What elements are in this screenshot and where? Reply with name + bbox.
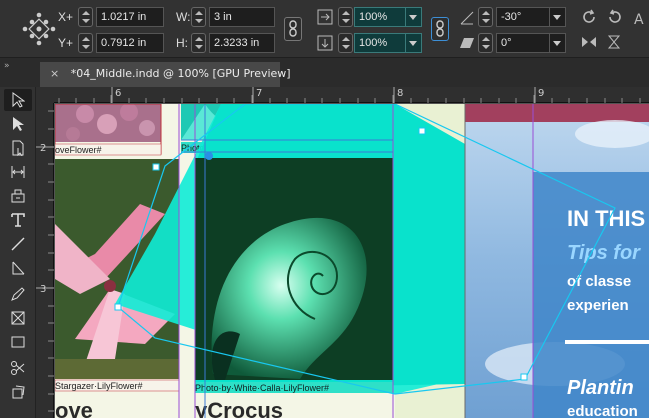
panel-heading[interactable]: IN THIS <box>567 206 645 231</box>
width-field[interactable] <box>209 7 275 27</box>
flip-vertical-icon[interactable] <box>606 34 624 50</box>
pencil-tool-icon <box>11 287 25 301</box>
line-tool[interactable] <box>4 233 32 255</box>
type-tool-icon <box>11 213 25 227</box>
caption-stargazer[interactable]: Stargazer·LilyFlower# <box>55 381 143 391</box>
gap-tool[interactable] <box>4 161 32 183</box>
ruler-label-6: 6 <box>115 88 122 99</box>
document-canvas[interactable]: oveFlower# Photo·by·Purple·CrocusFlower#… <box>55 104 649 418</box>
rectangle-frame-tool[interactable] <box>4 307 32 329</box>
gap-tool-icon <box>11 166 25 178</box>
panel-line-2[interactable]: experien <box>567 297 629 314</box>
document-tab-title: *04_Middle.indd @ 100% [GPU Preview] <box>70 67 291 80</box>
shear-stepper[interactable] <box>478 33 493 53</box>
panel-heading-2[interactable]: Plantin <box>567 377 634 399</box>
scale-y-icon <box>317 35 333 51</box>
rotate-field[interactable] <box>496 7 550 27</box>
pencil-tool[interactable] <box>4 283 32 305</box>
document-tab[interactable]: × *04_Middle.indd @ 100% [GPU Preview] <box>40 62 291 87</box>
chain-link-icon <box>289 20 297 37</box>
y-label: Y+ <box>58 36 74 50</box>
rotate-cw-icon[interactable] <box>580 8 598 26</box>
page-tool[interactable] <box>4 137 32 159</box>
ruler-label-3: 3 <box>40 284 47 295</box>
constrain-proportions-button[interactable] <box>284 17 302 41</box>
reference-point-icon[interactable] <box>20 10 58 48</box>
scissors-tool[interactable] <box>4 357 32 379</box>
ruler-origin[interactable] <box>36 87 54 103</box>
x-label: X+ <box>58 10 74 24</box>
content-collector-tool[interactable] <box>4 185 32 207</box>
ruler-label-8: 8 <box>397 88 404 99</box>
height-field[interactable] <box>209 33 275 53</box>
scale-y-stepper[interactable] <box>338 33 353 53</box>
w-label: W: <box>176 10 191 24</box>
x-stepper[interactable] <box>78 7 93 27</box>
rotate-stepper[interactable] <box>478 7 493 27</box>
line-tool-icon <box>11 237 25 251</box>
h-stepper[interactable] <box>191 33 206 53</box>
pen-tool[interactable] <box>4 257 32 279</box>
w-stepper[interactable] <box>191 7 206 27</box>
y-stepper[interactable] <box>78 33 93 53</box>
scale-y-dropdown[interactable] <box>406 33 422 53</box>
chain-link-icon <box>436 20 444 37</box>
vertical-ruler[interactable]: 2 3 <box>36 103 54 418</box>
rectangle-tool[interactable] <box>4 331 32 353</box>
rotate-ccw-icon[interactable] <box>606 8 624 26</box>
shear-dropdown[interactable] <box>550 33 566 53</box>
pen-tool-icon <box>12 261 25 275</box>
collapse-panel-icon[interactable]: » <box>4 61 10 71</box>
constrain-scale-button[interactable] <box>431 17 449 41</box>
direct-selection-tool[interactable] <box>4 113 32 135</box>
text-direction-icon[interactable]: A <box>634 12 644 28</box>
close-tab-icon[interactable]: × <box>50 67 59 80</box>
document-tab-bar: » × *04_Middle.indd @ 100% [GPU Preview] <box>0 58 649 87</box>
content-collector-icon <box>11 189 25 203</box>
content-grabber-icon[interactable] <box>205 152 213 160</box>
calla-lily-photo[interactable] <box>195 158 393 380</box>
headline-middle[interactable]: yCrocus <box>195 398 283 418</box>
rotate-dropdown[interactable] <box>550 7 566 27</box>
ruler-label-2: 2 <box>40 143 47 154</box>
direct-selection-tool-icon <box>13 117 24 131</box>
tools-panel <box>0 87 36 418</box>
page-tool-icon <box>12 140 24 156</box>
selection-tool[interactable] <box>4 89 32 111</box>
rectangle-frame-tool-icon <box>11 311 25 325</box>
h-label: H: <box>176 36 188 50</box>
scale-x-stepper[interactable] <box>338 7 353 27</box>
x-field[interactable] <box>96 7 164 27</box>
caption-calla[interactable]: Photo·by·White·Calla·LilyFlower# <box>195 383 329 393</box>
free-transform-tool-icon <box>12 385 25 399</box>
rectangle-tool-icon <box>11 336 25 348</box>
caption-foxglove[interactable]: oveFlower# <box>55 145 102 155</box>
scale-x-field[interactable] <box>354 7 406 27</box>
foxglove-photo[interactable] <box>55 104 161 142</box>
spread-artwork: oveFlower# Photo·by·Purple·CrocusFlower#… <box>55 104 649 418</box>
horizontal-ruler-ticks <box>58 87 641 103</box>
shear-field[interactable] <box>496 33 550 53</box>
horizontal-ruler[interactable]: 6 7 8 9 <box>54 87 649 103</box>
panel-subheading[interactable]: Tips for <box>567 242 641 264</box>
flip-horizontal-icon[interactable] <box>580 34 598 50</box>
selection-tool-icon <box>12 92 25 108</box>
ruler-label-9: 9 <box>538 88 545 99</box>
scale-y-field[interactable] <box>354 33 406 53</box>
y-field[interactable] <box>96 33 164 53</box>
headline-left[interactable]: ove <box>55 398 93 418</box>
scale-x-icon <box>317 9 333 25</box>
ruler-label-7: 7 <box>256 88 263 99</box>
scissors-tool-icon <box>11 361 25 375</box>
free-transform-tool[interactable] <box>4 381 32 403</box>
rotate-angle-icon <box>460 11 474 25</box>
panel-line-3[interactable]: education <box>567 403 638 418</box>
shear-icon <box>460 38 474 48</box>
control-panel: X+ Y+ W: H: <box>0 0 649 58</box>
scale-x-dropdown[interactable] <box>406 7 422 27</box>
type-tool[interactable] <box>4 209 32 231</box>
